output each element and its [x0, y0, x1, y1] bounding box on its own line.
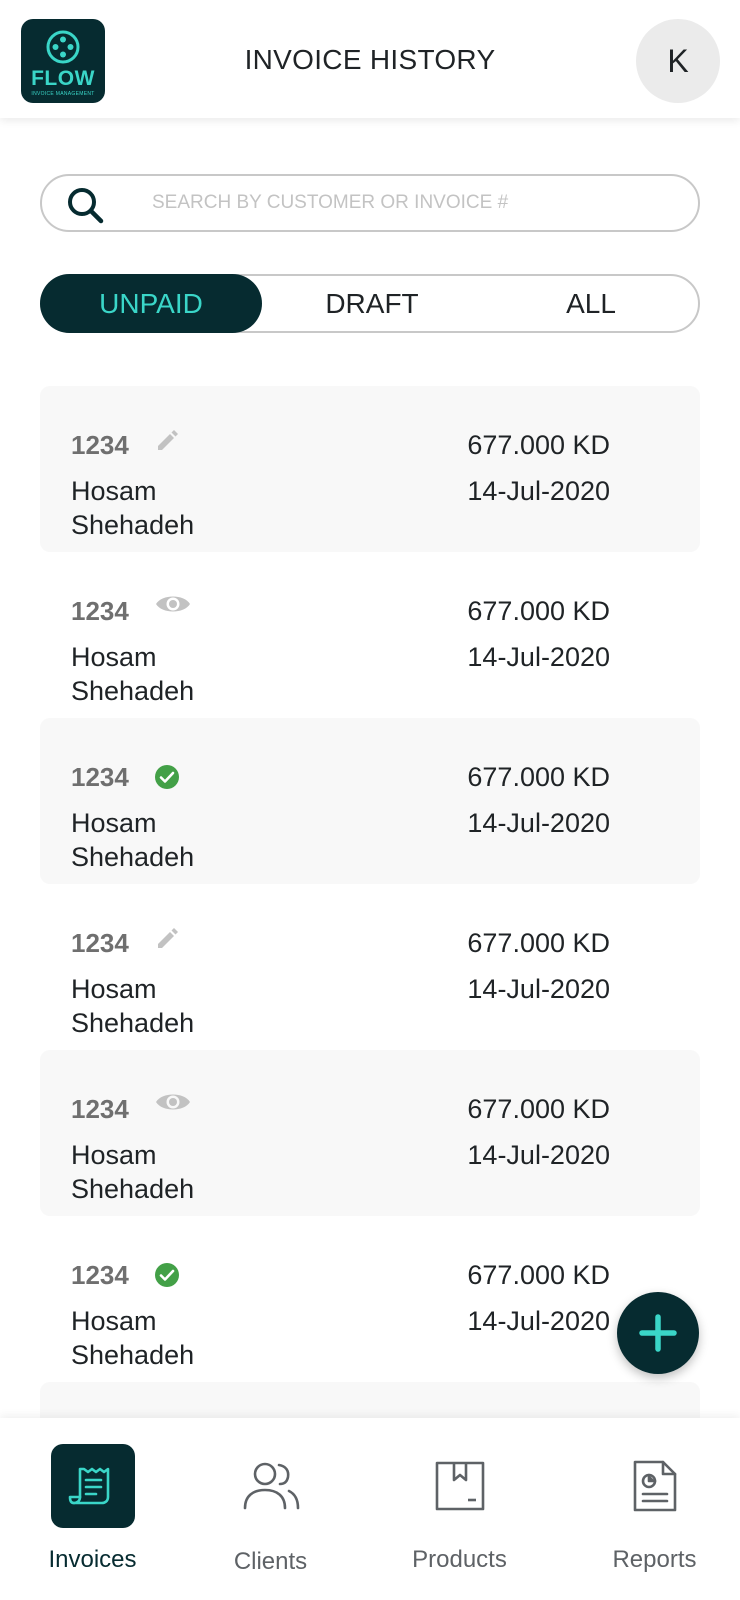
client-name: Hosam Shehadeh [71, 1306, 195, 1370]
invoice-date: 14-Jul-2020 [467, 642, 610, 672]
app-header: FLOW INVOICE MANAGEMENT INVOICE HISTORY … [0, 0, 740, 118]
view-icon[interactable] [154, 1088, 192, 1121]
nav-item-reports[interactable]: Reports [562, 1418, 740, 1600]
search-bar[interactable] [40, 174, 700, 232]
client-name: Hosam Shehadeh [71, 476, 195, 540]
nav-label-clients: Clients [233, 1548, 308, 1575]
invoice-number: 1234 [71, 1094, 129, 1124]
invoice-amount: 677.000 KD [467, 596, 610, 626]
tab-unpaid[interactable]: UNPAID [40, 274, 262, 333]
invoice-number: 1234 [71, 928, 129, 958]
tab-draft[interactable]: DRAFT [262, 274, 482, 333]
nav-label-products: Products [412, 1546, 507, 1573]
nav-item-invoices[interactable]: Invoices [0, 1418, 185, 1600]
search-icon [66, 186, 106, 231]
nav-item-clients[interactable]: Clients [178, 1418, 363, 1600]
client-name: Hosam Shehadeh [71, 1140, 195, 1204]
invoice-card[interactable]: 1234 Hosam Shehadeh 677.000 KD 14-Jul-20… [40, 884, 700, 1050]
invoice-card[interactable]: 1234 Hosam Shehadeh 677.000 KD 14-Jul-20… [40, 1216, 700, 1382]
invoice-amount: 677.000 KD [467, 1094, 610, 1124]
paid-check-icon [154, 1262, 180, 1293]
invoice-number: 1234 [71, 1260, 129, 1290]
invoice-date: 14-Jul-2020 [467, 974, 610, 1004]
invoice-card[interactable]: 1234 Hosam Shehadeh 677.000 KD 14-Jul-20… [40, 552, 700, 718]
view-icon[interactable] [154, 590, 192, 623]
invoice-date: 14-Jul-2020 [467, 808, 610, 838]
invoice-card-partial[interactable] [40, 1382, 700, 1418]
invoice-card[interactable]: 1234 Hosam Shehadeh 677.000 KD 14-Jul-20… [40, 718, 700, 884]
invoice-status-filter: UNPAID DRAFT ALL [40, 274, 700, 333]
invoice-amount: 677.000 KD [467, 430, 610, 460]
avatar-initial: K [667, 42, 689, 79]
nav-item-products[interactable]: Products [367, 1418, 552, 1600]
users-icon [229, 1444, 313, 1528]
invoice-date: 14-Jul-2020 [467, 1306, 610, 1336]
invoice-amount: 677.000 KD [467, 1260, 610, 1290]
bottom-nav: Invoices Clients Products Reports [0, 1418, 740, 1600]
invoice-amount: 677.000 KD [467, 762, 610, 792]
invoice-date: 14-Jul-2020 [467, 476, 610, 506]
report-icon [613, 1444, 697, 1528]
receipt-icon [50, 1444, 135, 1528]
invoice-number: 1234 [71, 762, 129, 792]
paid-check-icon [154, 764, 180, 795]
invoice-date: 14-Jul-2020 [467, 1140, 610, 1170]
client-name: Hosam Shehadeh [71, 808, 195, 872]
invoice-card[interactable]: 1234 Hosam Shehadeh 677.000 KD 14-Jul-20… [40, 386, 700, 552]
nav-label-invoices: Invoices [48, 1546, 137, 1573]
page-title: INVOICE HISTORY [244, 44, 496, 75]
plus-icon [639, 1314, 677, 1352]
invoice-number: 1234 [71, 596, 129, 626]
add-invoice-button[interactable] [617, 1292, 699, 1374]
invoice-number: 1234 [71, 430, 129, 460]
tab-all[interactable]: ALL [482, 274, 700, 333]
invoice-list: 1234 Hosam Shehadeh 677.000 KD 14-Jul-20… [40, 386, 700, 1418]
box-icon [418, 1444, 502, 1528]
edit-icon[interactable] [154, 924, 182, 957]
nav-label-reports: Reports [612, 1546, 697, 1573]
client-name: Hosam Shehadeh [71, 642, 195, 706]
logo-tagline: INVOICE MANAGEMENT [31, 91, 95, 97]
invoice-amount: 677.000 KD [467, 928, 610, 958]
edit-icon[interactable] [154, 426, 182, 459]
user-avatar[interactable]: K [636, 19, 720, 103]
invoice-card[interactable]: 1234 Hosam Shehadeh 677.000 KD 14-Jul-20… [40, 1050, 700, 1216]
search-input[interactable] [152, 176, 682, 230]
client-name: Hosam Shehadeh [71, 974, 195, 1038]
